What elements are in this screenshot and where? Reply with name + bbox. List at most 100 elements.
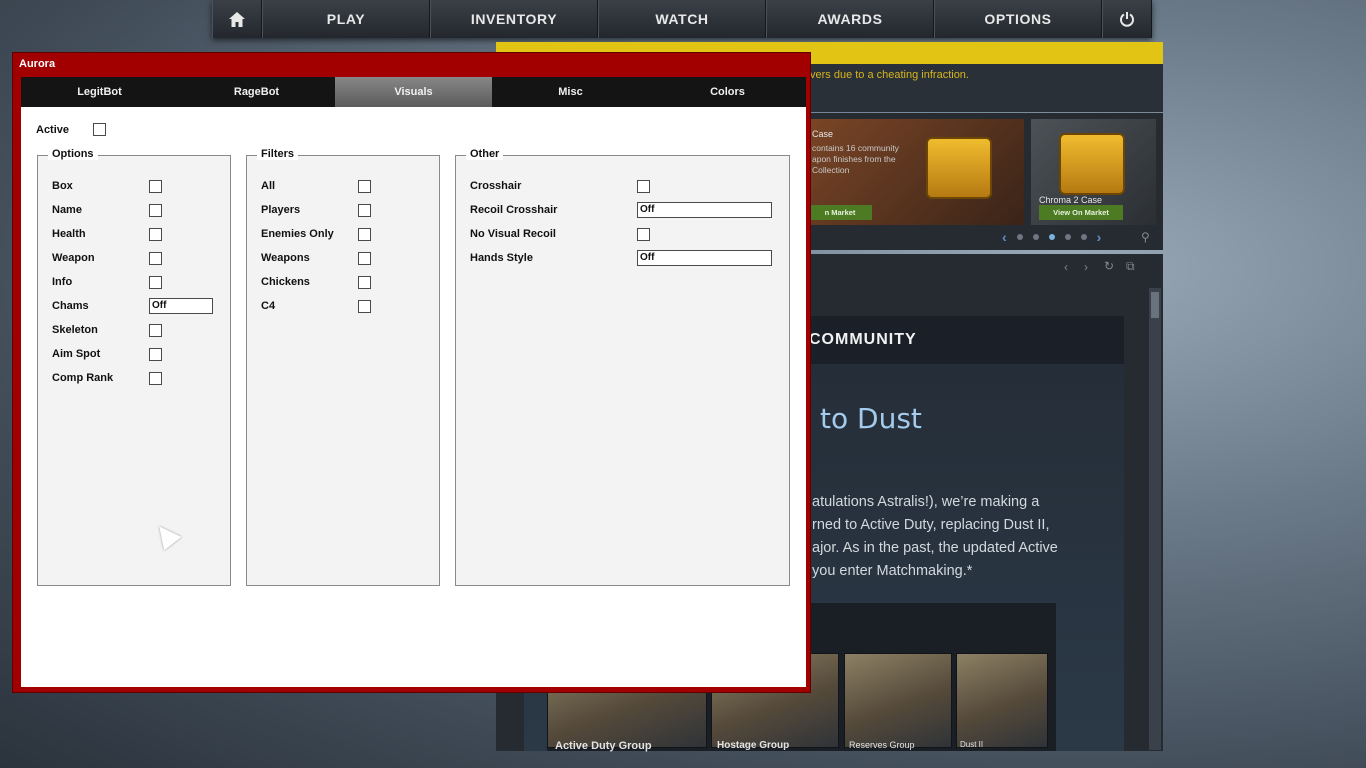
tab-ragebot[interactable]: RageBot — [178, 77, 335, 107]
comp-rank-checkbox[interactable] — [149, 371, 162, 385]
players-checkbox[interactable] — [358, 203, 371, 217]
chams-dropdown[interactable]: Off — [149, 298, 213, 314]
map-thumbnail — [956, 653, 1048, 748]
info-checkbox[interactable] — [149, 275, 162, 289]
group-title: Filters — [257, 148, 299, 160]
filter-label: Chickens — [261, 276, 310, 288]
case-desc-line: contains 16 community — [812, 143, 899, 153]
blog-line: atulations Astralis!), we’re making a — [812, 494, 1040, 510]
pager-dot[interactable] — [1016, 234, 1023, 240]
no-visual-recoil-checkbox[interactable] — [637, 227, 650, 241]
option-label: Chams — [52, 300, 89, 312]
box-checkbox[interactable] — [149, 179, 162, 193]
blog-title: to Dust — [820, 402, 922, 435]
store-tile[interactable]: Case contains 16 community apon finishes… — [808, 119, 1024, 225]
community-heading: COMMUNITY — [809, 331, 917, 348]
group-title: Options — [48, 148, 98, 160]
blog-line: rned to Active Duty, replacing Dust II, — [812, 517, 1050, 533]
all-checkbox[interactable] — [358, 179, 371, 193]
view-on-market-button[interactable]: n Market — [808, 205, 872, 220]
nav-watch[interactable]: WATCH — [598, 0, 766, 38]
group-title: Other — [466, 148, 504, 160]
other-label: No Visual Recoil — [470, 228, 556, 240]
filter-label: C4 — [261, 300, 276, 312]
case-image — [926, 137, 992, 199]
thumb-label: Dust II — [960, 740, 984, 749]
weapon-checkbox[interactable] — [149, 251, 162, 265]
options-group: Options Box Name Health Weapon Info Cham… — [37, 148, 231, 586]
active-toggle-row: Active — [36, 123, 107, 136]
tab-legitbot[interactable]: LegitBot — [21, 77, 178, 107]
chevron-right-icon[interactable]: › — [1097, 229, 1102, 245]
health-checkbox[interactable] — [149, 227, 162, 241]
chickens-checkbox[interactable] — [358, 275, 371, 289]
c4-checkbox[interactable] — [358, 299, 371, 313]
crosshair-checkbox[interactable] — [637, 179, 650, 193]
tab-misc[interactable]: Misc — [492, 77, 649, 107]
nav-awards[interactable]: AWARDS — [766, 0, 934, 38]
option-label: Box — [52, 180, 73, 192]
filters-group: Filters All Players Enemies Only Weapons… — [246, 148, 440, 586]
search-icon[interactable]: ⚲ — [1141, 230, 1150, 244]
other-label: Hands Style — [470, 252, 533, 264]
filter-label: All — [261, 180, 276, 192]
option-label: Health — [52, 228, 86, 240]
case-desc-line: apon finishes from the — [812, 154, 896, 164]
aim-spot-checkbox[interactable] — [149, 347, 162, 361]
home-icon[interactable] — [212, 0, 262, 38]
nav-play[interactable]: PLAY — [262, 0, 430, 38]
thumb-label: Reserves Group — [849, 740, 915, 750]
chevron-left-icon[interactable]: ‹ — [1002, 229, 1007, 245]
chevron-left-icon[interactable]: ‹ — [1064, 260, 1068, 274]
enemies-only-checkbox[interactable] — [358, 227, 371, 241]
option-label: Weapon — [52, 252, 95, 264]
scrollbar-thumb[interactable] — [1151, 292, 1159, 318]
pager-dot[interactable] — [1080, 234, 1087, 240]
thumb-label: Active Duty Group — [555, 740, 652, 752]
filter-label: Players — [261, 204, 301, 216]
option-label: Aim Spot — [52, 348, 101, 360]
pager-dot[interactable] — [1064, 234, 1071, 240]
filter-label: Weapons — [261, 252, 310, 264]
case-desc-line: Collection — [812, 165, 850, 175]
tab-colors[interactable]: Colors — [649, 77, 806, 107]
other-label: Crosshair — [470, 180, 522, 192]
pager-dot[interactable] — [1048, 234, 1055, 240]
refresh-icon[interactable]: ↻ — [1104, 259, 1114, 273]
skeleton-checkbox[interactable] — [149, 323, 162, 337]
other-label: Recoil Crosshair — [470, 204, 558, 216]
aurora-window: Aurora LegitBot RageBot Visuals Misc Col… — [12, 52, 811, 693]
carousel-pager: ‹ › — [1002, 229, 1101, 245]
external-link-icon[interactable]: ⧉ — [1126, 259, 1135, 274]
case-title: Case — [812, 129, 834, 139]
recoil-crosshair-dropdown[interactable]: Off — [637, 202, 772, 218]
blog-scrollbar[interactable] — [1149, 288, 1161, 750]
news-text: vers due to a cheating infraction. — [810, 69, 969, 81]
pager-dot[interactable] — [1032, 234, 1039, 240]
main-navigation: PLAY INVENTORY WATCH AWARDS OPTIONS — [212, 0, 1152, 38]
blog-line: you enter Matchmaking.* — [812, 563, 973, 579]
case-image — [1059, 133, 1125, 195]
nav-inventory[interactable]: INVENTORY — [430, 0, 598, 38]
tab-bar: LegitBot RageBot Visuals Misc Colors — [21, 77, 806, 107]
hands-style-dropdown[interactable]: Off — [637, 250, 772, 266]
nav-options[interactable]: OPTIONS — [934, 0, 1102, 38]
thumb-label: Hostage Group — [717, 740, 790, 751]
blog-line: ajor. As in the past, the updated Active — [812, 540, 1058, 556]
store-tile[interactable]: Chroma 2 Case View On Market — [1031, 119, 1156, 225]
chevron-right-icon[interactable]: › — [1084, 260, 1088, 274]
map-thumbnail — [844, 653, 952, 748]
view-on-market-button[interactable]: View On Market — [1039, 205, 1123, 220]
name-checkbox[interactable] — [149, 203, 162, 217]
option-label: Comp Rank — [52, 372, 114, 384]
weapons-checkbox[interactable] — [358, 251, 371, 265]
tab-visuals[interactable]: Visuals — [335, 77, 492, 107]
other-group: Other Crosshair Recoil Crosshair Off No … — [455, 148, 790, 586]
filter-label: Enemies Only — [261, 228, 334, 240]
active-checkbox[interactable] — [93, 123, 107, 136]
option-label: Skeleton — [52, 324, 98, 336]
option-label: Info — [52, 276, 73, 288]
case-title: Chroma 2 Case — [1039, 195, 1103, 205]
window-title: Aurora — [19, 58, 56, 70]
power-icon[interactable] — [1102, 0, 1152, 38]
